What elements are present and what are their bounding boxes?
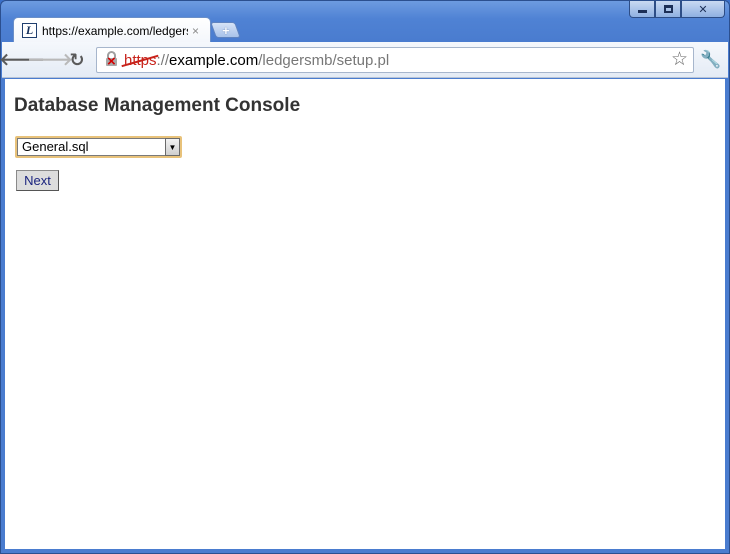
page-content: Database Management Console General.sql …	[5, 79, 725, 549]
reload-button[interactable]: ↻	[66, 50, 88, 70]
address-bar[interactable]: × https://example.com/ledgersmb/setup.pl…	[96, 47, 694, 73]
dropdown-arrow-icon[interactable]: ▼	[165, 138, 180, 156]
select-value: General.sql	[17, 138, 165, 156]
url-path: /ledgersmb/setup.pl	[258, 51, 390, 69]
url-text[interactable]: https://example.com/ledgersmb/setup.pl	[124, 52, 389, 69]
broken-lock-icon[interactable]: ×	[105, 51, 123, 69]
maximize-button[interactable]	[655, 1, 681, 18]
browser-toolbar: 🡐 🡒 ↻ × https://example.com/ledgersmb/se…	[0, 42, 728, 78]
sql-file-select[interactable]: General.sql ▼	[15, 136, 182, 158]
wrench-icon[interactable]: 🔧	[700, 51, 721, 69]
next-button[interactable]: Next	[16, 170, 59, 191]
minimize-button[interactable]	[629, 1, 655, 18]
favicon-icon: L	[22, 23, 37, 38]
maximize-icon	[663, 5, 673, 13]
window-controls: ✕	[629, 1, 725, 18]
close-icon: ✕	[698, 3, 708, 16]
url-host: example.com	[169, 51, 259, 69]
url-separator: ://	[156, 51, 170, 69]
browser-tab[interactable]: L https://example.com/ledgersmb/setup.pl…	[13, 17, 211, 43]
star-icon[interactable]: ☆	[671, 50, 688, 70]
forward-button[interactable]: 🡒	[27, 50, 73, 70]
browser-window: ✕ L https://example.com/ledgersmb/setup.…	[0, 0, 730, 554]
reload-icon: ↻	[69, 49, 85, 70]
new-tab-button[interactable]: +	[210, 22, 241, 38]
tab-title: https://example.com/ledgersmb/setup.pl	[42, 23, 188, 38]
tab-close-icon[interactable]: ×	[192, 24, 199, 38]
minimize-icon	[637, 10, 647, 13]
plus-icon: +	[221, 22, 230, 38]
url-scheme: https	[124, 51, 157, 69]
close-window-button[interactable]: ✕	[681, 1, 725, 18]
page-title: Database Management Console	[14, 95, 301, 116]
